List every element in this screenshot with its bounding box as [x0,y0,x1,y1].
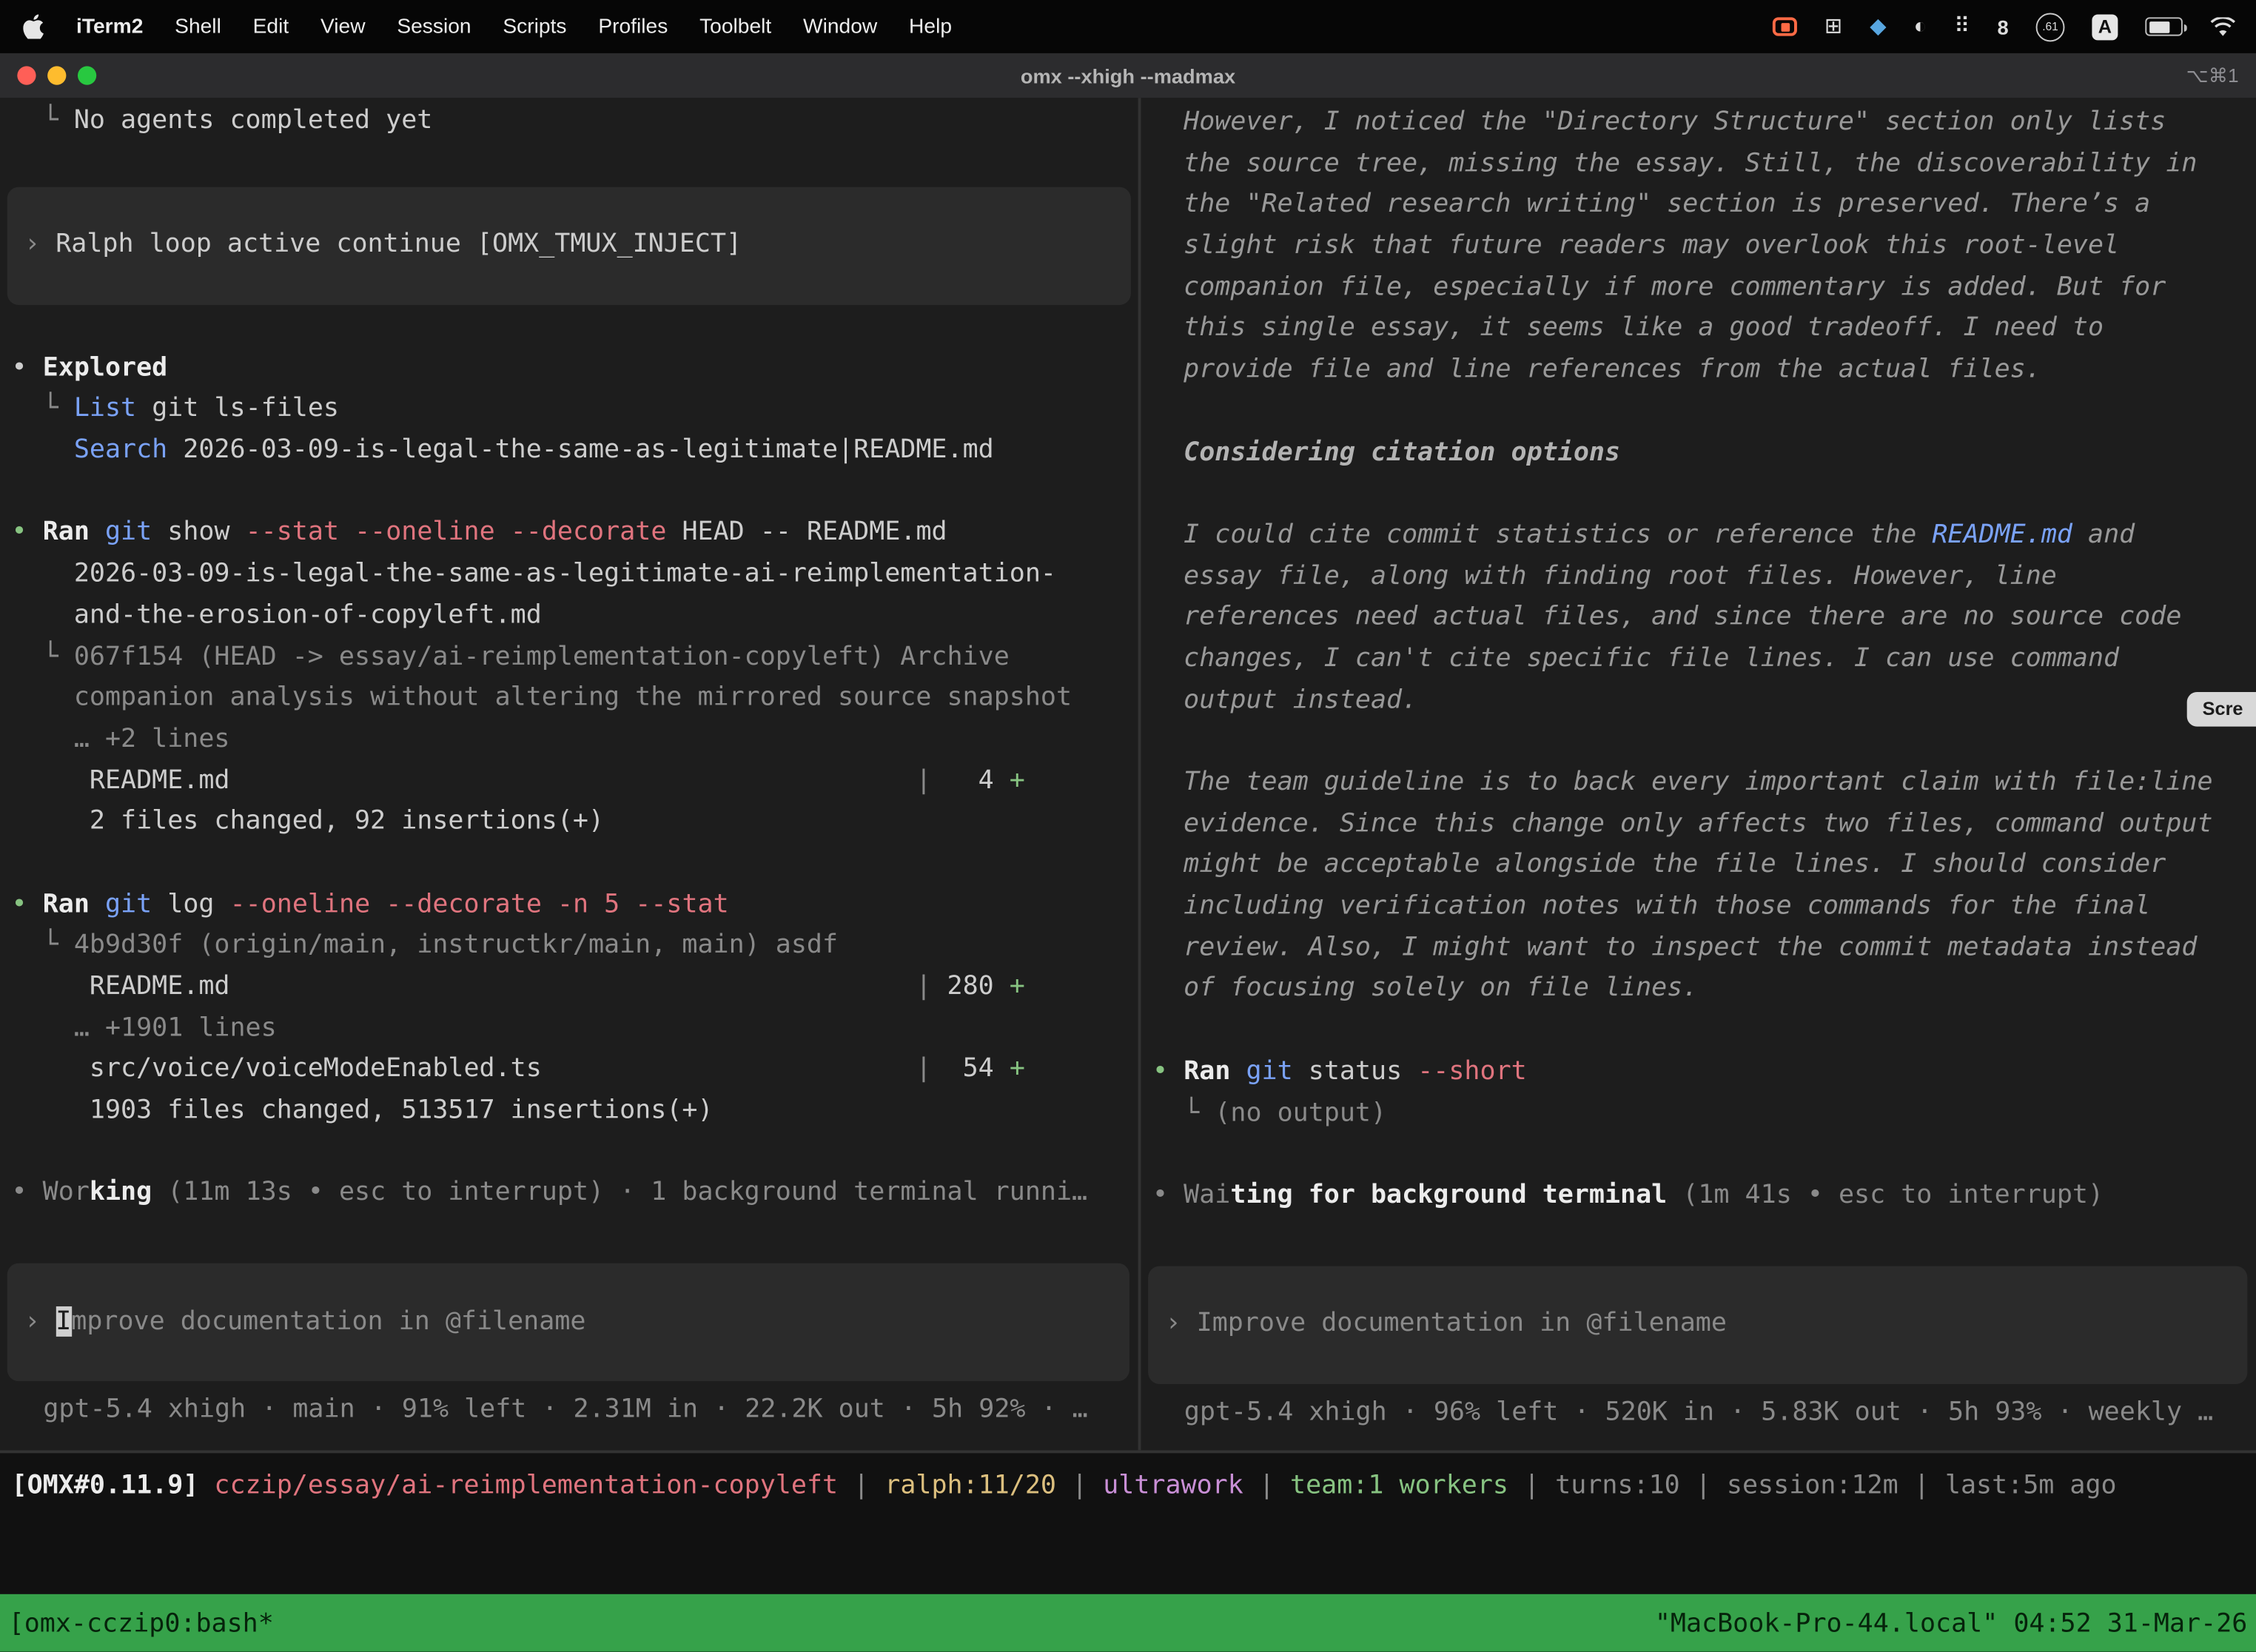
screen: iTerm2 Shell Edit View Session Scripts P… [0,0,2256,1652]
screen-recording-indicator-icon[interactable] [1773,17,1797,36]
zoom-window-button[interactable] [78,66,96,84]
inject-banner-text: › Ralph loop active continue [OMX_TMUX_I… [24,225,742,266]
tmux-pane-left[interactable]: └ No agents completed yet › Ralph loop a… [0,98,1138,1450]
menu-item-view[interactable]: View [320,15,366,38]
menu-item-window[interactable]: Window [803,15,877,38]
tmux-pane-right[interactable]: However, I noticed the "Directory Struct… [1141,98,2256,1450]
gauge-icon[interactable]: .61 [2036,13,2065,41]
omx-status-line: [OMX#0.11.9] cczip/essay/ai-reimplementa… [0,1466,2256,1508]
blue-app-icon[interactable]: ◆ [1870,16,1886,37]
menu-bar: iTerm2 Shell Edit View Session Scripts P… [0,0,2256,53]
input-source-icon[interactable]: A [2092,13,2118,39]
eight-app-icon[interactable]: 8 [1998,16,2009,36]
prompt-text-right: › Improve documentation in @filename [1166,1304,1727,1346]
wifi-icon[interactable] [2210,16,2236,36]
screen-share-chip[interactable]: Scre [2186,692,2256,727]
session-status-right: gpt-5.4 xhigh · 96% left · 520K in · 5.8… [1141,1392,2256,1434]
close-window-button[interactable] [17,66,36,84]
inject-banner: › Ralph loop active continue [OMX_TMUX_I… [7,187,1131,304]
tmux-session-name: [omx-cczip0:bash* [0,1608,274,1638]
menu-item-help[interactable]: Help [909,15,952,38]
tmux-host-and-time: "MacBook-Pro-44.local" 04:52 31-Mar-26 [1655,1608,2256,1638]
menu-item-profiles[interactable]: Profiles [598,15,668,38]
window-title: omx --xhigh --madmax [0,64,2256,87]
session-status-left: gpt-5.4 xhigh · main · 91% left · 2.31M … [0,1390,1138,1431]
prompt-text-left: › Improve documentation in @filename [24,1302,585,1343]
prompt-input-left[interactable]: › Improve documentation in @filename [7,1263,1129,1381]
menu-item-edit[interactable]: Edit [253,15,289,38]
dark-circle-app-icon[interactable]: ◐ [1914,16,1927,37]
apple-menu-icon[interactable] [23,14,44,38]
menu-item-scripts[interactable]: Scripts [503,15,566,38]
terminal-output-left-top: └ No agents completed yet [0,98,1138,142]
window-titlebar[interactable]: omx --xhigh --madmax ⌥⌘1 [0,53,2256,98]
menubar-status-icons: ⊞ ◆ ◐ ⠿ 8 .61 A [1773,13,2256,41]
terminal-output-right: However, I noticed the "Directory Struct… [1141,98,2256,1216]
terminal: └ No agents completed yet › Ralph loop a… [0,98,2256,1450]
grid-app-icon[interactable]: ⊞ [1824,16,1842,37]
window-shortcut-badge: ⌥⌘1 [2186,64,2239,87]
traffic-lights [0,66,96,84]
minimize-window-button[interactable] [47,66,66,84]
menu-item-iterm2[interactable]: iTerm2 [76,15,143,38]
menu-item-toolbelt[interactable]: Toolbelt [699,15,771,38]
battery-icon[interactable] [2145,17,2183,36]
omx-statusbar: [OMX#0.11.9] cczip/essay/ai-reimplementa… [0,1450,2256,1594]
terminal-output-left: • Explored └ List git ls-files Search 20… [0,348,1138,1215]
prompt-input-right[interactable]: › Improve documentation in @filename [1148,1266,2247,1383]
dots-grid-icon[interactable]: ⠿ [1954,16,1970,37]
menu-items: iTerm2 Shell Edit View Session Scripts P… [0,14,952,38]
menu-item-shell[interactable]: Shell [175,15,221,38]
menu-item-session[interactable]: Session [397,15,471,38]
tmux-status-bar: [omx-cczip0:bash* "MacBook-Pro-44.local"… [0,1594,2256,1652]
